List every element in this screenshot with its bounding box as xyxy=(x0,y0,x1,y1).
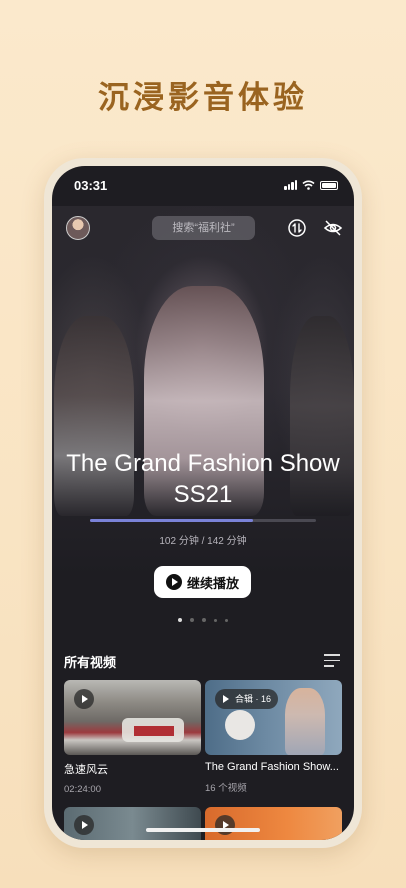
race-car-stripe xyxy=(134,726,174,736)
video-card[interactable]: 合辑 · 16 The Grand Fashion Show... 16 个视频 xyxy=(205,680,342,794)
carousel-dot[interactable] xyxy=(190,618,194,622)
battery-icon xyxy=(320,180,338,190)
play-icon[interactable] xyxy=(74,689,94,709)
video-thumbnail[interactable] xyxy=(64,807,201,840)
search-input[interactable]: 搜索“福利社” xyxy=(152,216,255,240)
model-image xyxy=(285,688,325,755)
wifi-icon xyxy=(302,180,315,190)
play-icon[interactable] xyxy=(74,815,94,835)
playback-progress-bar[interactable] xyxy=(90,519,316,522)
section-title: 所有视频 xyxy=(64,655,117,670)
video-duration: 02:24:00 xyxy=(64,784,101,795)
play-icon xyxy=(165,574,182,590)
video-thumbnail[interactable] xyxy=(64,680,201,755)
continue-playing-button[interactable]: 继续播放 xyxy=(154,566,251,598)
video-card[interactable]: 急速风云 02:24:00 xyxy=(64,680,201,795)
video-count: 16 个视频 xyxy=(205,783,247,794)
play-icon[interactable] xyxy=(215,815,235,835)
playback-progress-fill xyxy=(90,519,253,522)
page-headline: 沉浸影音体验 xyxy=(98,80,308,116)
collection-badge: 合辑 · 16 xyxy=(215,689,279,709)
video-title: 急速风云 xyxy=(64,764,108,776)
app-screen: 03:31 搜索“福利社” The Grand Fashion Show SS2… xyxy=(52,166,354,840)
sort-arrows-icon[interactable] xyxy=(287,218,307,238)
video-card[interactable] xyxy=(205,807,342,840)
video-card[interactable] xyxy=(64,807,201,840)
eye-off-icon[interactable] xyxy=(323,218,343,238)
video-thumbnail[interactable]: 合辑 · 16 xyxy=(205,680,342,755)
hero-title: The Grand Fashion Show SS21 xyxy=(66,450,340,508)
continue-playing-label: 继续播放 xyxy=(186,575,239,591)
status-icons xyxy=(284,180,338,190)
video-thumbnail[interactable] xyxy=(205,807,342,840)
carousel-indicator[interactable] xyxy=(52,618,354,622)
carousel-dot[interactable] xyxy=(214,618,217,622)
status-bar: 03:31 xyxy=(52,166,354,206)
list-menu-icon[interactable] xyxy=(324,654,340,671)
home-indicator[interactable] xyxy=(146,828,260,832)
video-title: The Grand Fashion Show... xyxy=(205,761,339,773)
carousel-dot[interactable] xyxy=(202,618,206,622)
carousel-dot[interactable] xyxy=(225,618,228,622)
cellular-signal-icon xyxy=(284,180,297,190)
carousel-dot[interactable] xyxy=(178,618,182,622)
playback-progress-text: 102 分钟 / 142 分钟 xyxy=(159,536,247,547)
phone-frame: 03:31 搜索“福利社” The Grand Fashion Show SS2… xyxy=(44,158,362,848)
status-time: 03:31 xyxy=(74,178,108,193)
user-avatar[interactable] xyxy=(66,216,90,240)
balloon-image xyxy=(225,710,255,740)
